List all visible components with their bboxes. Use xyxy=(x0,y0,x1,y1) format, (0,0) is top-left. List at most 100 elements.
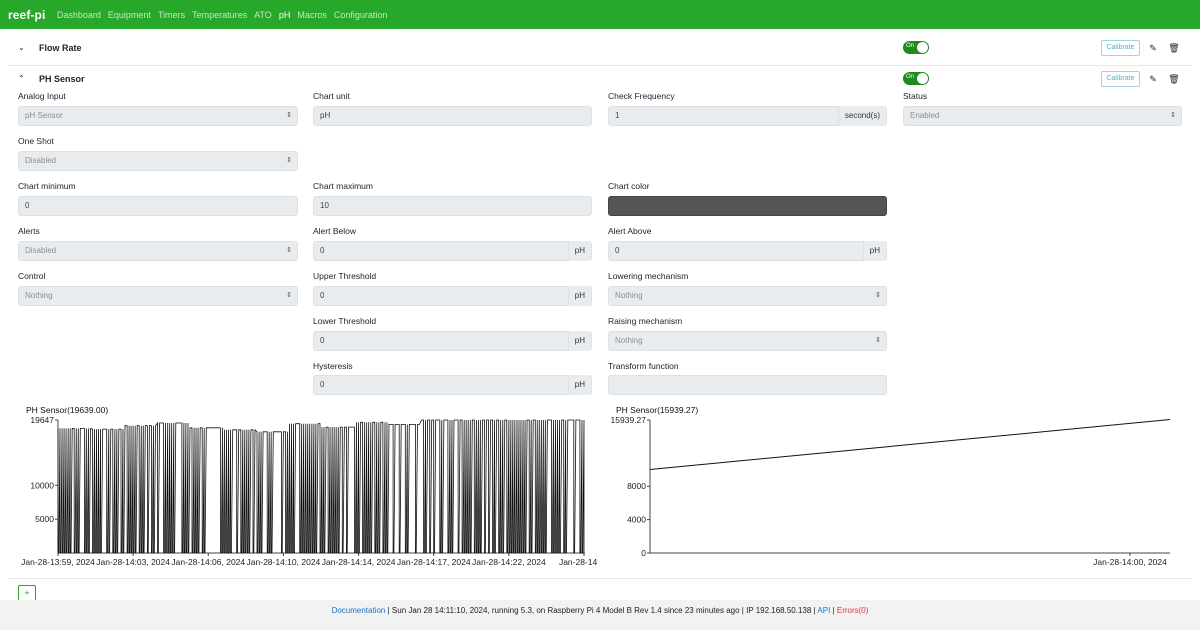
ph-history-chart: 50001000019647Jan-28-13:59, 2024 Jan-28-1… xyxy=(21,415,598,567)
chart-color-input[interactable] xyxy=(608,196,887,216)
ph-sensor-calibrate-button[interactable]: Calibrate xyxy=(1101,71,1140,87)
nav-timers[interactable]: Timers xyxy=(158,10,185,20)
nav-macros[interactable]: Macros xyxy=(297,10,327,20)
one-shot-select[interactable]: Disabled ⇕ xyxy=(18,151,298,171)
one-shot-label: One Shot xyxy=(18,136,54,146)
x-tick-label: Jan-28-14:06, 2024 xyxy=(171,557,245,567)
ph-sensor-title[interactable]: PH Sensor xyxy=(39,74,85,84)
edit-icon[interactable]: ✎ xyxy=(1147,42,1159,54)
x-tick-label: Jan-28-14:14, 2024 xyxy=(322,557,396,567)
select-caret-icon: ⇕ xyxy=(286,292,292,299)
select-caret-icon: ⇕ xyxy=(286,112,292,119)
nav-ph[interactable]: pH xyxy=(279,10,291,20)
check-frequency-label: Check Frequency xyxy=(608,91,675,101)
one-shot-value: Disabled xyxy=(25,156,57,165)
control-select[interactable]: Nothing ⇕ xyxy=(18,286,298,306)
chart-maximum-value: 10 xyxy=(320,201,329,210)
alert-above-input[interactable]: 0 pH xyxy=(608,241,887,261)
chart-minimum-input[interactable]: 0 xyxy=(18,196,298,216)
ph-sensor-row: ⌃ PH Sensor xyxy=(8,66,1192,98)
upper-threshold-unit: pH xyxy=(567,286,591,306)
y-tick-label: 15939.27 xyxy=(611,415,647,425)
upper-threshold-input[interactable]: 0 pH xyxy=(313,286,592,306)
lower-threshold-label: Lower Threshold xyxy=(313,316,377,326)
hysteresis-label: Hysteresis xyxy=(313,361,353,371)
flow-rate-toggle[interactable]: On xyxy=(903,41,929,54)
nav-dashboard[interactable]: Dashboard xyxy=(57,10,101,20)
add-button[interactable]: + xyxy=(18,585,36,601)
x-tick-label: Jan-28-14:10, 2024 xyxy=(247,557,321,567)
chevron-up-icon[interactable]: ⌃ xyxy=(18,74,28,84)
analog-input-select[interactable]: pH Sensor ⇕ xyxy=(18,106,298,126)
y-tick-label: 0 xyxy=(641,548,646,558)
flow-rate-calibrate-button[interactable]: Calibrate xyxy=(1101,40,1140,56)
status-select[interactable]: Enabled ⇕ xyxy=(903,106,1182,126)
alerts-select[interactable]: Disabled ⇕ xyxy=(18,241,298,261)
hysteresis-value: 0 xyxy=(320,380,325,389)
chart-unit-label: Chart unit xyxy=(313,91,350,101)
control-label: Control xyxy=(18,271,46,281)
chart-color-label: Chart color xyxy=(608,181,650,191)
ph-sensor-toggle[interactable]: On xyxy=(903,72,929,85)
transform-function-input[interactable] xyxy=(608,375,887,395)
nav-temperatures[interactable]: Temperatures xyxy=(192,10,247,20)
lower-threshold-input[interactable]: 0 pH xyxy=(313,331,592,351)
alert-above-unit: pH xyxy=(862,241,886,261)
alert-below-input[interactable]: 0 pH xyxy=(313,241,592,261)
toggle-knob xyxy=(917,42,928,53)
status-value: Enabled xyxy=(910,111,940,120)
chart-unit-input[interactable]: pH xyxy=(313,106,592,126)
status-label: Status xyxy=(903,91,928,101)
raising-mechanism-value: Nothing xyxy=(615,336,643,345)
trash-icon[interactable]: 🗑 xyxy=(1168,42,1180,54)
check-frequency-input[interactable]: 1 second(s) xyxy=(608,106,887,126)
series-line xyxy=(57,419,585,554)
chart-minimum-value: 0 xyxy=(25,201,30,210)
raising-mechanism-label: Raising mechanism xyxy=(608,316,683,326)
check-frequency-value: 1 xyxy=(615,111,620,120)
nav-configuration[interactable]: Configuration xyxy=(334,10,388,20)
toggle-knob xyxy=(917,73,928,84)
y-tick-label: 8000 xyxy=(627,481,646,491)
x-tick-label: Jan-28-14:22, 2024 xyxy=(472,557,546,567)
flow-rate-row: ⌄ Flow Rate xyxy=(8,33,1192,65)
nav-equipment[interactable]: Equipment xyxy=(108,10,151,20)
chart-maximum-input[interactable]: 10 xyxy=(313,196,592,216)
toggle-label: On xyxy=(906,74,915,80)
lowering-mechanism-select[interactable]: Nothing ⇕ xyxy=(608,286,887,306)
lower-threshold-unit: pH xyxy=(567,331,591,351)
alert-below-label: Alert Below xyxy=(313,226,356,236)
analog-input-value: pH Sensor xyxy=(25,111,63,120)
divider xyxy=(8,578,1192,579)
alert-below-value: 0 xyxy=(320,246,325,255)
lower-threshold-value: 0 xyxy=(320,336,325,345)
upper-threshold-label: Upper Threshold xyxy=(313,271,377,281)
api-link[interactable]: API xyxy=(817,606,830,615)
brand-logo[interactable]: reef-pi xyxy=(8,8,45,22)
chart-minimum-label: Chart minimum xyxy=(18,181,76,191)
select-caret-icon: ⇕ xyxy=(286,157,292,164)
chart-maximum-label: Chart maximum xyxy=(313,181,373,191)
analog-input-label: Analog Input xyxy=(18,91,66,101)
hysteresis-unit: pH xyxy=(567,375,591,395)
documentation-link[interactable]: Documentation xyxy=(332,606,386,615)
select-caret-icon: ⇕ xyxy=(875,337,881,344)
chevron-down-icon[interactable]: ⌄ xyxy=(18,43,28,53)
trash-icon[interactable]: 🗑 xyxy=(1168,73,1180,85)
alert-above-value: 0 xyxy=(615,246,620,255)
x-tick-label: Jan-28-14:17, 2024 xyxy=(397,557,471,567)
select-caret-icon: ⇕ xyxy=(875,292,881,299)
alert-below-unit: pH xyxy=(567,241,591,261)
select-caret-icon: ⇕ xyxy=(1170,112,1176,119)
nav-ato[interactable]: ATO xyxy=(254,10,272,20)
flow-rate-title[interactable]: Flow Rate xyxy=(39,43,82,53)
y-tick-label: 19647 xyxy=(30,415,54,425)
alerts-value: Disabled xyxy=(25,246,57,255)
errors-link[interactable]: Errors(0) xyxy=(837,606,869,615)
chart-unit-value: pH xyxy=(320,111,331,120)
hysteresis-input[interactable]: 0 pH xyxy=(313,375,592,395)
raising-mechanism-select[interactable]: Nothing ⇕ xyxy=(608,331,887,351)
edit-icon[interactable]: ✎ xyxy=(1147,73,1159,85)
x-tick-label: Jan-28-14:24 xyxy=(559,557,598,567)
alerts-label: Alerts xyxy=(18,226,40,236)
